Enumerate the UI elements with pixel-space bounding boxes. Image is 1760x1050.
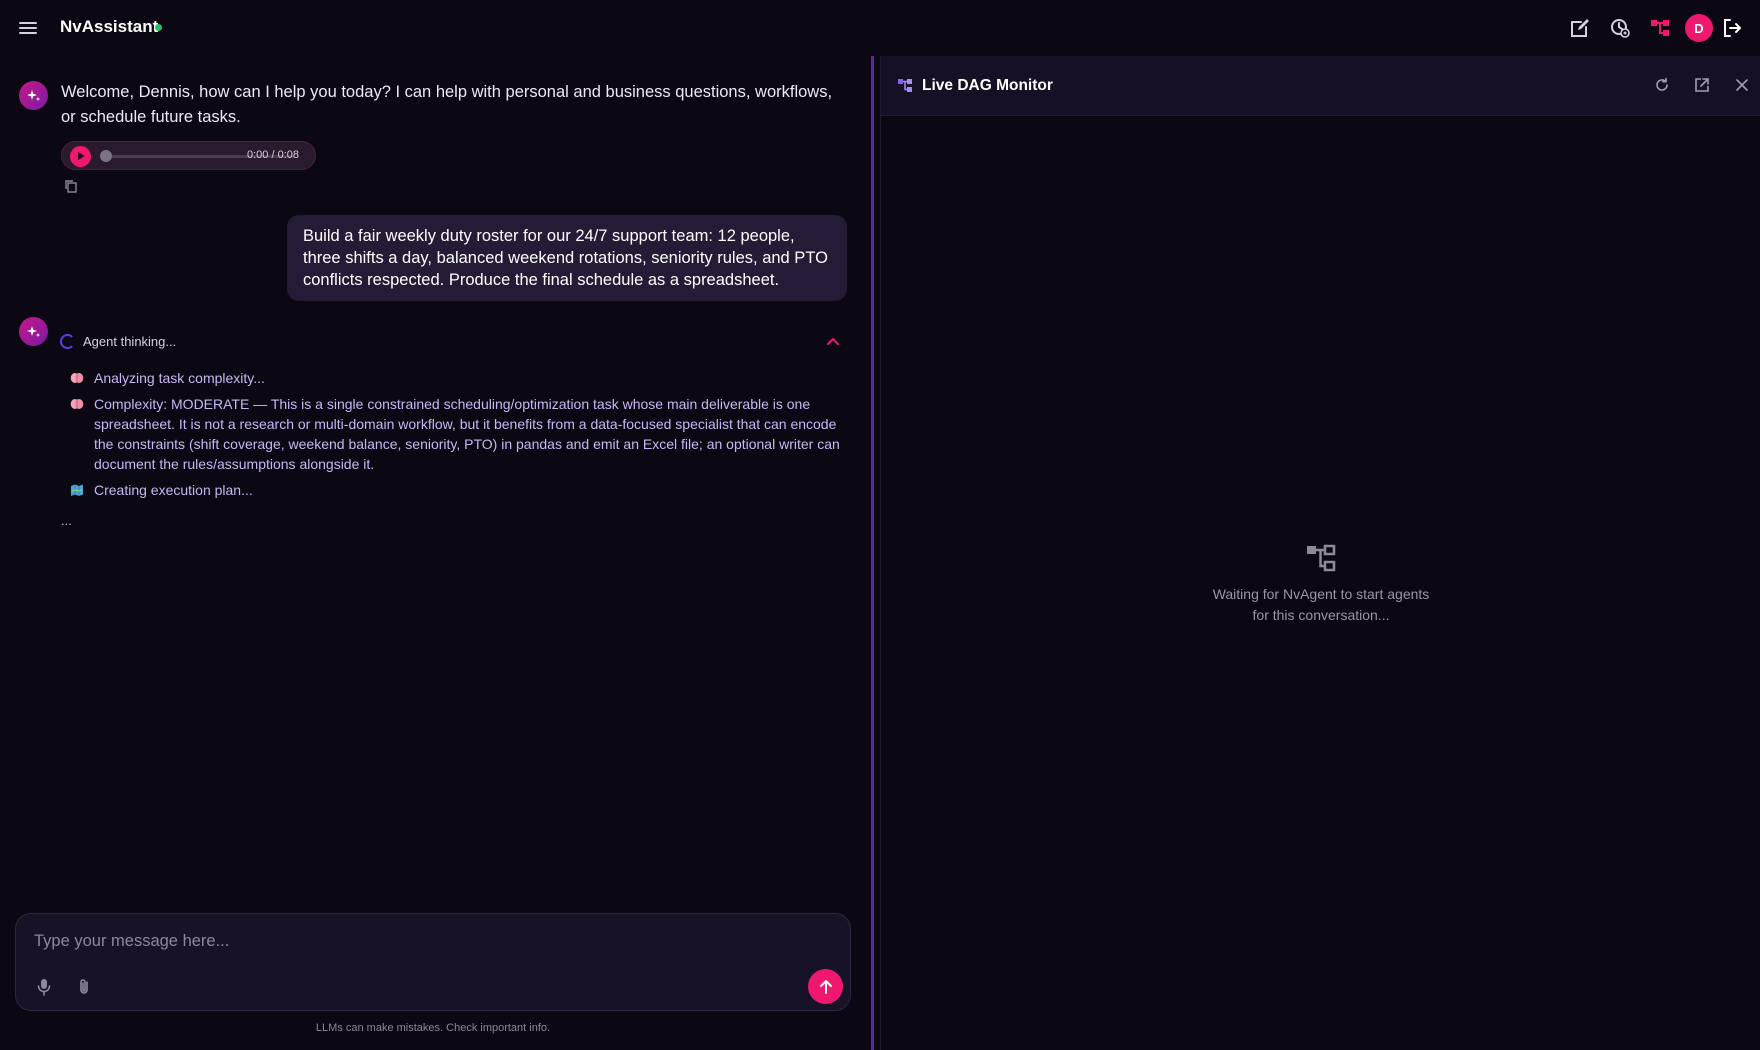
user-message-bubble: Build a fair weekly duty roster for our … [287, 215, 847, 301]
copy-icon[interactable] [63, 178, 79, 194]
thinking-step-text: Analyzing task complexity... [94, 370, 265, 386]
thinking-step: Analyzing task complexity... [68, 368, 848, 388]
new-chat-icon[interactable] [1568, 16, 1592, 40]
message-composer [15, 913, 851, 1011]
user-avatar[interactable]: D [1685, 14, 1713, 42]
logout-icon[interactable] [1720, 16, 1744, 40]
loading-spinner-icon [60, 334, 75, 349]
paperclip-icon[interactable] [74, 977, 94, 997]
thinking-step-text: Complexity: MODERATE — This is a single … [94, 396, 840, 472]
sparkle-icon [26, 325, 40, 337]
play-icon[interactable] [70, 146, 91, 167]
audio-player: 0:00 / 0:08 [61, 141, 316, 170]
agent-thinking-header: Agent thinking... [60, 331, 850, 353]
microphone-icon[interactable] [34, 977, 54, 997]
audio-time: 0:00 / 0:08 [247, 149, 299, 161]
dag-placeholder-icon [1307, 544, 1336, 572]
app-title: NvAssistant [60, 17, 159, 36]
panel-resize-handle[interactable] [871, 56, 874, 1050]
chat-pane: Welcome, Dennis, how can I help you toda… [0, 56, 872, 1050]
dag-empty-message: Waiting for NvAgent to start agents for … [1121, 584, 1521, 626]
thinking-ellipsis: ... [61, 513, 72, 528]
online-status-dot [155, 24, 162, 31]
message-input[interactable] [34, 928, 794, 954]
scheduled-tasks-icon[interactable] [1608, 16, 1632, 40]
thinking-step: Creating execution plan... [68, 480, 848, 500]
dag-monitor-panel: Live DAG Monitor Waiting for NvAgent to … [880, 56, 1760, 1050]
assistant-avatar [19, 317, 48, 346]
menu-icon[interactable] [16, 16, 40, 40]
arrow-up-icon [819, 979, 832, 994]
brain-icon [70, 373, 84, 383]
dag-icon [898, 79, 912, 92]
dag-empty-line: for this conversation... [1252, 607, 1390, 623]
refresh-icon[interactable] [1653, 76, 1671, 94]
dag-monitor-toggle-icon[interactable] [1648, 16, 1672, 40]
chevron-up-icon[interactable] [824, 333, 842, 351]
close-icon[interactable] [1733, 76, 1751, 94]
sparkle-icon [26, 89, 40, 101]
thinking-step-text: Creating execution plan... [94, 482, 253, 498]
send-button[interactable] [808, 969, 843, 1004]
audio-progress-thumb[interactable] [100, 150, 112, 162]
dag-monitor-title: Live DAG Monitor [922, 77, 1053, 94]
open-external-icon[interactable] [1693, 76, 1711, 94]
welcome-message: Welcome, Dennis, how can I help you toda… [61, 83, 833, 126]
agent-thinking-label: Agent thinking... [83, 334, 177, 349]
disclaimer: LLMs can make mistakes. Check important … [315, 1022, 551, 1034]
map-icon [71, 484, 83, 496]
dag-monitor-header: Live DAG Monitor [881, 56, 1760, 116]
thinking-steps: Analyzing task complexity... Complexity:… [68, 368, 848, 506]
brain-icon [70, 399, 84, 409]
thinking-step: Complexity: MODERATE — This is a single … [68, 394, 848, 474]
top-bar: NvAssistant D [0, 0, 1760, 56]
dag-empty-line: Waiting for NvAgent to start agents [1212, 586, 1430, 602]
assistant-avatar [19, 81, 48, 110]
